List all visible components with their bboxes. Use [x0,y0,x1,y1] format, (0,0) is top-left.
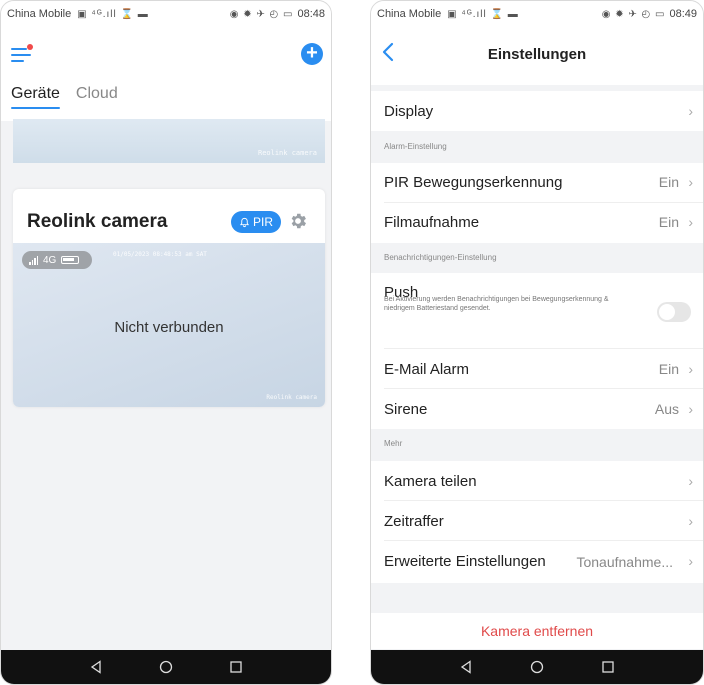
settings-row-advanced[interactable]: Erweiterte Einstellungen Tonaufnahme... … [371,541,703,583]
battery-icon [61,256,80,264]
row-label: Zeitraffer [384,513,444,530]
recents-square-icon[interactable] [601,660,615,674]
pir-toggle-badge[interactable]: PIR [231,211,282,233]
add-device-icon[interactable]: + [301,43,323,65]
row-label: PIR Bewegungserkennung [384,174,563,191]
clock: 08:48 [297,8,325,20]
pir-label: PIR [253,215,274,229]
tab-cloud[interactable]: Cloud [76,85,118,109]
row-value: Ein [658,174,679,190]
signal-icons: ▣ ⁴ᴳ.ıll ⌛ ▬ [77,8,149,20]
offline-label: Nicht verbunden [114,319,224,336]
camera-preview-partial[interactable]: Reolink camera [13,119,325,163]
push-toggle[interactable] [657,302,691,322]
android-nav-bar [371,650,703,684]
section-header-alarm: Alarm-Einstellung [384,142,447,151]
android-nav-bar [1,650,331,684]
tab-devices[interactable]: Geräte [11,85,60,109]
settings-row-email[interactable]: E-Mail Alarm Ein › [371,349,703,389]
camera-card[interactable]: Reolink camera PIR 4G 01/05/2023 08:48:5… [13,189,325,407]
row-label: Erweiterte Einstellungen [384,553,546,570]
section-header-notifications: Benachrichtigungen-Einstellung [384,253,497,262]
network-status-pill: 4G [22,251,92,269]
row-label: E-Mail Alarm [384,361,470,378]
settings-row-siren[interactable]: Sirene Aus › [371,389,703,429]
row-label: Filmaufnahme [384,214,480,231]
row-value: Ein [658,214,679,230]
page-title: Einstellungen [487,46,587,63]
row-label: Display [384,103,434,120]
recents-square-icon[interactable] [229,660,243,674]
signal-icons: ▣ ⁴ᴳ.ıll ⌛ ▬ [447,8,519,20]
settings-row-timelapse[interactable]: Zeitraffer › [371,501,703,541]
row-description: Bei Aktivierung werden Benachrichtigunge… [384,296,609,312]
settings-row-push: Push Bei Aktivierung werden Benachrichti… [371,273,703,349]
carrier-label: China Mobile [7,8,72,20]
camera-preview[interactable]: 4G 01/05/2023 08:48:53 am SAT Nicht verb… [13,243,325,407]
chevron-right-icon: › [688,214,693,230]
device-tabs: Geräte Cloud [11,85,118,109]
gear-icon[interactable] [288,211,308,231]
chevron-right-icon: › [688,103,693,119]
devices-header: + Geräte Cloud [1,27,331,121]
devices-screen: China Mobile ▣ ⁴ᴳ.ıll ⌛ ▬ ◉ ✹ ✈ ◴ ▭ 08:4… [0,0,332,685]
home-circle-icon[interactable] [530,660,544,674]
home-circle-icon[interactable] [159,660,173,674]
row-value: Ein [658,361,679,377]
settings-screen: China Mobile ▣ ⁴ᴳ.ıll ⌛ ▬ ◉ ✹ ✈ ◴ ▭ 08:4… [370,0,704,685]
section-header-more: Mehr [384,439,403,448]
carrier-label: China Mobile [377,8,442,20]
signal-bars-icon [29,255,38,265]
settings-row-share[interactable]: Kamera teilen › [371,461,703,501]
preview-watermark: Reolink camera [257,149,317,157]
back-triangle-icon[interactable] [459,660,473,674]
camera-name: Reolink camera [27,211,168,232]
chevron-right-icon: › [688,553,693,569]
preview-timestamp: 01/05/2023 08:48:53 am SAT [113,251,207,258]
remove-camera-button[interactable]: Kamera entfernen [371,613,703,649]
chevron-right-icon: › [688,174,693,190]
status-bar: China Mobile ▣ ⁴ᴳ.ıll ⌛ ▬ ◉ ✹ ✈ ◴ ▭ 08:4… [371,1,703,27]
settings-row-pir[interactable]: PIR Bewegungserkennung Ein › [371,163,703,203]
row-label: Kamera teilen [384,473,477,490]
back-triangle-icon[interactable] [89,660,103,674]
settings-row-recording[interactable]: Filmaufnahme Ein › [371,203,703,243]
menu-icon[interactable] [11,44,33,63]
status-icons: ◉ ✹ ✈ ◴ ▭ [229,8,294,20]
chevron-right-icon: › [688,513,693,529]
status-bar: China Mobile ▣ ⁴ᴳ.ıll ⌛ ▬ ◉ ✹ ✈ ◴ ▭ 08:4… [1,1,331,27]
notification-dot [27,44,33,50]
chevron-right-icon: › [688,401,693,417]
chevron-right-icon: › [688,473,693,489]
settings-header: Einstellungen [371,27,703,85]
bell-icon [239,217,250,227]
row-label: Sirene [384,401,428,418]
row-value: Aus [654,401,679,417]
row-value: Tonaufnahme... [576,554,673,570]
network-type: 4G [43,254,57,266]
clock: 08:49 [669,8,697,20]
chevron-right-icon: › [688,361,693,377]
preview-watermark: Reolink camera [266,394,317,401]
settings-row-display[interactable]: Display › [371,91,703,131]
status-icons: ◉ ✹ ✈ ◴ ▭ [601,8,666,20]
